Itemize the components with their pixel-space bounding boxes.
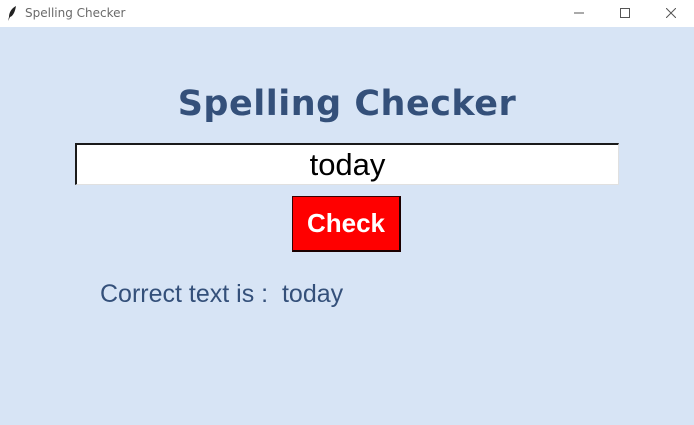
minimize-icon: [574, 12, 584, 14]
maximize-button[interactable]: [602, 0, 648, 26]
page-title: Spelling Checker: [177, 84, 517, 124]
title-bar[interactable]: Spelling Checker: [0, 0, 694, 26]
result-label: Correct text is :: [100, 280, 282, 308]
minimize-button[interactable]: [556, 0, 602, 26]
word-input[interactable]: [75, 143, 619, 185]
window-controls: [556, 0, 694, 26]
close-button[interactable]: [648, 0, 694, 26]
close-icon: [666, 8, 676, 18]
app-window-body: Spelling Checker Check Correct text is :…: [0, 27, 694, 425]
result-value: today: [281, 280, 344, 308]
result-text: Correct text is : today: [100, 280, 343, 309]
window-title: Spelling Checker: [25, 6, 126, 20]
maximize-icon: [620, 8, 630, 18]
check-button[interactable]: Check: [292, 196, 401, 252]
feather-icon: [7, 5, 17, 21]
